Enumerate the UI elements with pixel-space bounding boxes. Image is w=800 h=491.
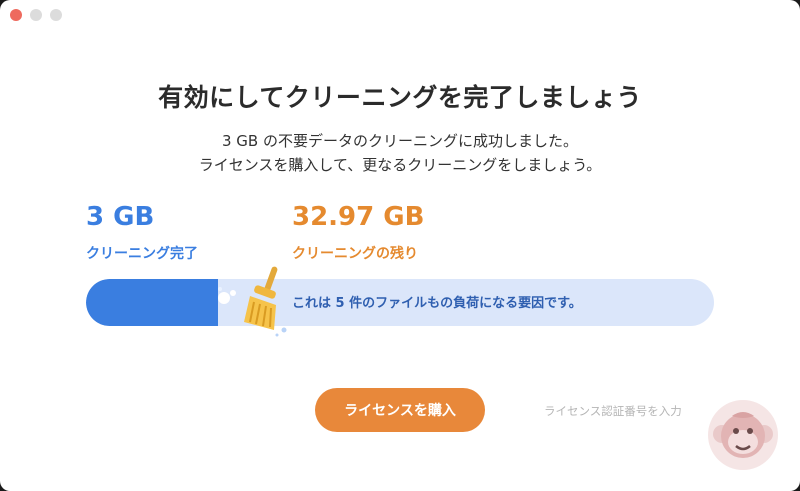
enter-license-link[interactable]: ライセンス認証番号を入力 (544, 403, 682, 419)
buy-license-button[interactable]: ライセンスを購入 (315, 388, 485, 432)
window-controls (10, 9, 62, 21)
subtitle-line-2: ライセンスを購入して、更なるクリーニングをしましょう。 (198, 156, 602, 174)
close-window-button[interactable] (10, 9, 22, 21)
page-title: 有効にしてクリーニングを完了しましょう (158, 83, 642, 112)
progress-message: これは 5 件のファイルもの負荷になる要因です。 (292, 296, 582, 311)
subtitle-line-1: 3 GB の不要データのクリーニングに成功しました。 (222, 132, 578, 150)
maximize-window-button[interactable] (50, 9, 62, 21)
monkey-logo-icon (708, 400, 778, 470)
remaining-size-label: クリーニングの残り (292, 246, 418, 262)
progress-fill (86, 279, 218, 326)
remaining-size-value: 32.97 GB (292, 202, 425, 232)
app-window: 有効にしてクリーニングを完了しましょう 3 GB の不要データのクリーニングに成… (0, 0, 800, 491)
cleaned-size-label: クリーニング完了 (86, 246, 198, 262)
cleaned-size-value: 3 GB (86, 202, 155, 232)
minimize-window-button[interactable] (30, 9, 42, 21)
broom-icon (218, 266, 287, 337)
